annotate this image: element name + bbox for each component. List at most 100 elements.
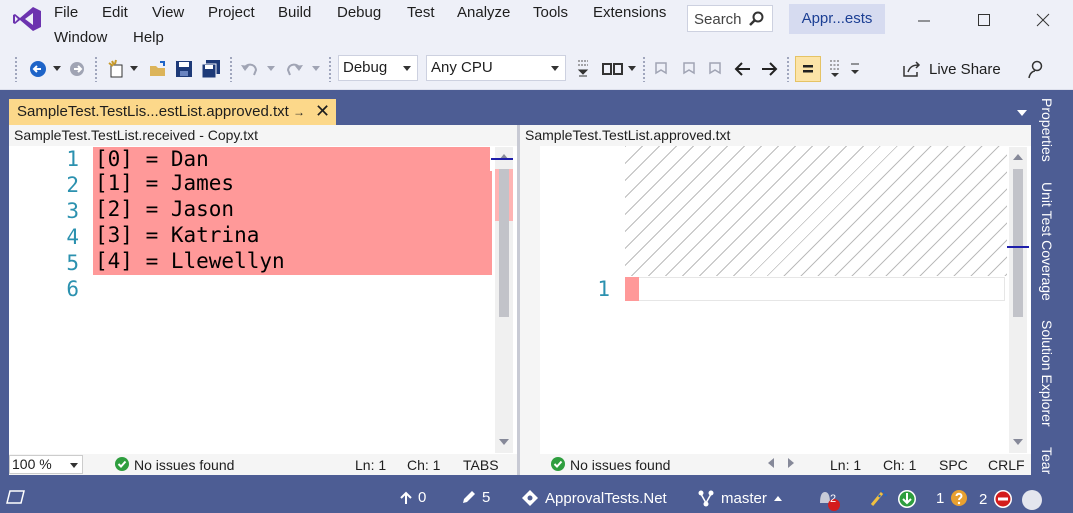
scrollbar-thumb[interactable] — [499, 169, 509, 317]
open-file-button[interactable] — [146, 56, 170, 82]
toolbar-options-dropdown[interactable] — [848, 56, 862, 82]
scroll-down-icon[interactable] — [1013, 439, 1023, 445]
navigate-back-button[interactable] — [26, 56, 50, 82]
removed-line[interactable]: [1] = James — [93, 171, 492, 197]
save-button[interactable] — [172, 56, 196, 82]
menu-build[interactable]: Build — [278, 4, 311, 21]
pin-icon[interactable]: → — [293, 105, 305, 119]
scroll-right-icon[interactable] — [788, 458, 794, 468]
code-analysis-button[interactable] — [870, 489, 888, 507]
line-indicator[interactable]: Ln: 1 — [830, 457, 861, 473]
feedback-button[interactable] — [1024, 56, 1048, 82]
search-box[interactable]: Search — [687, 5, 773, 32]
download-updates-button[interactable] — [897, 489, 917, 509]
errors-count: 2 — [979, 490, 988, 508]
scroll-down-icon[interactable] — [499, 439, 509, 445]
removed-line[interactable]: [0] = Dan — [93, 147, 490, 171]
removed-line[interactable]: [3] = Katrina — [93, 223, 492, 249]
line-indicator[interactable]: Ln: 1 — [355, 457, 386, 473]
toolbar-grip[interactable] — [14, 56, 18, 82]
zoom-select[interactable]: 100 % — [9, 455, 83, 474]
menu-extensions[interactable]: Extensions — [593, 4, 666, 21]
toolbar-overflow-button[interactable] — [572, 56, 594, 82]
errors-indicator[interactable]: 2 — [979, 489, 1013, 509]
bookmark-next-icon — [683, 62, 695, 75]
branch-picker[interactable]: master — [697, 489, 783, 507]
solution-name-badge[interactable]: Appr...ests — [789, 4, 885, 34]
sync-scroll-toggle[interactable] — [795, 56, 821, 82]
clear-bookmarks-button[interactable] — [704, 56, 726, 82]
issues-status[interactable]: No issues found — [134, 457, 234, 473]
menu-view[interactable]: View — [152, 4, 184, 21]
pending-changes[interactable]: 5 — [460, 489, 490, 506]
right-margin — [520, 146, 540, 454]
menu-help[interactable]: Help — [133, 29, 164, 46]
menu-analyze[interactable]: Analyze — [457, 4, 510, 21]
new-item-button[interactable] — [104, 56, 128, 82]
scrollbar-thumb[interactable] — [1013, 169, 1023, 317]
tab-close-icon[interactable]: ✕ — [315, 101, 330, 122]
side-tab-team[interactable]: Tear — [1039, 447, 1055, 484]
save-all-button[interactable] — [199, 56, 223, 82]
menu-tools[interactable]: Tools — [533, 4, 568, 21]
platform-select[interactable]: Any CPU — [426, 55, 566, 81]
left-diff-editor[interactable]: SampleTest.TestList.received - Copy.txt … — [9, 125, 517, 475]
repository-picker[interactable]: ApprovalTests.Net — [521, 489, 667, 507]
column-indicator[interactable]: Ch: 1 — [883, 457, 916, 473]
right-diff-editor[interactable]: SampleTest.TestList.approved.txt 1 No is… — [520, 125, 1031, 475]
menu-project[interactable]: Project — [208, 4, 255, 21]
right-vertical-scrollbar[interactable] — [1007, 147, 1029, 453]
close-window-button[interactable] — [1028, 6, 1058, 34]
git-repo-icon — [522, 490, 538, 506]
notification-count: 2 — [830, 493, 837, 505]
previous-difference-button[interactable] — [732, 56, 754, 82]
menu-debug[interactable]: Debug — [337, 4, 381, 21]
menu-window[interactable]: Window — [54, 29, 107, 46]
configuration-select[interactable]: Debug — [338, 55, 418, 81]
removed-line[interactable]: [2] = Jason — [93, 197, 492, 223]
back-dropdown[interactable] — [51, 56, 63, 82]
bookmark-prev-icon — [655, 62, 667, 75]
issues-status[interactable]: No issues found — [570, 457, 670, 473]
indent-mode[interactable]: SPC — [939, 457, 968, 473]
redo-button[interactable] — [282, 56, 306, 82]
side-tab-solution-explorer[interactable]: Solution Explorer — [1039, 320, 1055, 427]
navigate-forward-button[interactable] — [66, 56, 88, 82]
undo-button[interactable] — [238, 56, 262, 82]
menu-test[interactable]: Test — [407, 4, 435, 21]
diff-layout-button[interactable] — [600, 56, 626, 82]
redo-dropdown[interactable] — [310, 56, 322, 82]
live-share-button[interactable]: Live Share — [902, 56, 1001, 82]
current-line-highlight[interactable] — [639, 277, 1005, 301]
tab-list-dropdown-icon[interactable] — [1017, 110, 1027, 116]
ignore-whitespace-button[interactable] — [824, 56, 846, 82]
side-tab-properties[interactable]: Properties — [1039, 98, 1055, 162]
help-circle-icon — [951, 490, 968, 506]
undo-dropdown[interactable] — [265, 56, 277, 82]
indent-mode[interactable]: TABS — [463, 457, 499, 473]
git-branch-icon — [698, 490, 714, 507]
notifications-button[interactable]: 2 — [816, 489, 842, 511]
maximize-button[interactable] — [970, 6, 1000, 34]
menu-file[interactable]: File — [54, 4, 78, 21]
new-item-dropdown[interactable] — [128, 56, 140, 82]
user-avatar[interactable] — [1021, 489, 1043, 511]
minimize-button[interactable] — [910, 6, 940, 34]
next-difference-button[interactable] — [758, 56, 780, 82]
output-window-button[interactable] — [6, 489, 26, 505]
line-ending[interactable]: CRLF — [988, 457, 1025, 473]
prev-bookmark-button[interactable] — [652, 56, 674, 82]
removed-line[interactable]: [4] = Llewellyn — [93, 249, 492, 275]
diff-layout-dropdown[interactable] — [626, 56, 638, 82]
left-vertical-scrollbar[interactable] — [491, 147, 513, 453]
avatar-icon — [1022, 490, 1042, 510]
document-tab-approved[interactable]: SampleTest.TestLis...estList.approved.tx… — [9, 99, 336, 125]
warnings-indicator[interactable]: 1 — [936, 489, 968, 507]
menu-edit[interactable]: Edit — [102, 4, 128, 21]
scroll-left-icon[interactable] — [768, 458, 774, 468]
side-tab-unit-test-coverage[interactable]: Unit Test Coverage — [1039, 182, 1055, 301]
scroll-up-icon[interactable] — [1013, 154, 1023, 160]
column-indicator[interactable]: Ch: 1 — [407, 457, 440, 473]
next-bookmark-button[interactable] — [678, 56, 700, 82]
unpushed-commits[interactable]: 0 — [400, 489, 426, 506]
